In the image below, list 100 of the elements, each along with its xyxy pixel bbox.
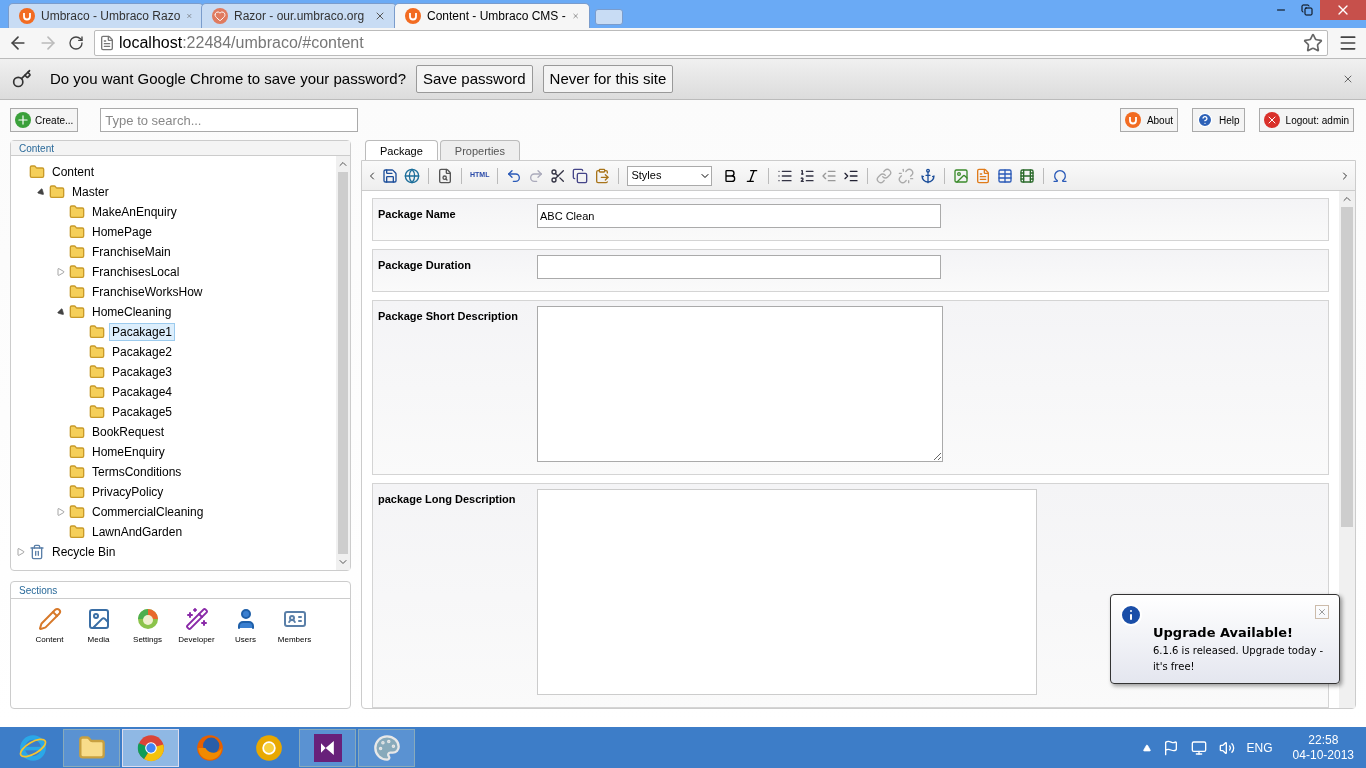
- tree-item[interactable]: TermsConditions: [89, 463, 185, 481]
- address-bar[interactable]: localhost:22484/umbraco/#content: [94, 30, 1328, 56]
- tree-item[interactable]: CommercialCleaning: [89, 503, 207, 521]
- tree-item[interactable]: PrivacyPolicy: [89, 483, 167, 501]
- anchor-icon[interactable]: [920, 167, 937, 184]
- copy-icon[interactable]: [572, 167, 589, 184]
- browser-tab[interactable]: Umbraco - Umbraco Razo: [8, 3, 204, 28]
- notification-title: Upgrade Available!: [1153, 624, 1295, 642]
- folder-icon: [29, 164, 45, 180]
- close-icon[interactable]: [1315, 605, 1329, 619]
- heart-icon: [212, 8, 228, 24]
- infobar-button[interactable]: Save password: [416, 65, 533, 93]
- folder-icon: [89, 344, 105, 360]
- expanded-arrow-icon[interactable]: [36, 187, 46, 197]
- header-button[interactable]: Help: [1192, 108, 1245, 132]
- globe-icon[interactable]: [404, 167, 420, 184]
- header-button[interactable]: Logout: admin: [1258, 108, 1354, 132]
- network-icon[interactable]: [1190, 739, 1207, 756]
- tree-item[interactable]: Pacakage3: [109, 363, 176, 381]
- clock[interactable]: 22:58 04-10-2013: [1292, 732, 1354, 763]
- search-field[interactable]: Type to search...: [100, 108, 359, 132]
- preview-icon[interactable]: [437, 167, 453, 184]
- redo-icon[interactable]: [528, 167, 545, 184]
- section-link[interactable]: Developer: [178, 607, 215, 646]
- editor-tab[interactable]: Package: [365, 140, 438, 160]
- film-icon[interactable]: [1019, 167, 1036, 184]
- collapsed-arrow-icon[interactable]: [57, 268, 65, 276]
- folder-icon: [89, 324, 105, 340]
- header-button[interactable]: About: [1119, 108, 1179, 132]
- paste-icon[interactable]: [594, 167, 611, 184]
- browser-tab[interactable]: Razor - our.umbraco.org: [201, 3, 397, 28]
- star-icon[interactable]: [1303, 33, 1323, 53]
- field-label: Package Duration: [378, 258, 472, 273]
- section-link[interactable]: Users: [227, 607, 264, 646]
- tree-item[interactable]: FranchiseWorksHow: [89, 283, 206, 301]
- tree-item[interactable]: Pacakage4: [109, 383, 176, 401]
- firefox-icon: [195, 733, 224, 762]
- table-icon[interactable]: [997, 167, 1014, 184]
- tree-item[interactable]: Master: [69, 183, 112, 201]
- cut-icon[interactable]: [550, 167, 567, 184]
- volume-icon[interactable]: [1218, 739, 1235, 756]
- tree-item[interactable]: Pacakage5: [109, 403, 176, 421]
- tree-item[interactable]: Content: [49, 163, 98, 181]
- section-link[interactable]: Media: [80, 607, 117, 646]
- tree-item[interactable]: Recycle Bin: [49, 543, 119, 561]
- tab-title: Content - Umbraco CMS -: [427, 8, 566, 25]
- tree-item[interactable]: Pacakage1: [109, 323, 176, 341]
- tree-item[interactable]: FranchisesLocal: [89, 263, 183, 281]
- text-field[interactable]: ABC Clean: [537, 204, 941, 228]
- text-field[interactable]: [537, 255, 941, 279]
- link-icon[interactable]: [876, 167, 893, 184]
- styles-dropdown[interactable]: Styles: [627, 165, 713, 186]
- tree-item[interactable]: Pacakage2: [109, 343, 176, 361]
- macro-icon[interactable]: [975, 167, 992, 184]
- scrollbar[interactable]: [336, 156, 350, 570]
- undo-icon[interactable]: [506, 167, 523, 184]
- browser-tab[interactable]: Content - Umbraco CMS -: [394, 3, 590, 28]
- tree-item[interactable]: HomePage: [89, 223, 156, 241]
- numbered-list-icon[interactable]: [799, 167, 816, 184]
- expanded-arrow-icon[interactable]: [56, 307, 66, 317]
- tree-item[interactable]: MakeAnEnquiry: [89, 203, 180, 221]
- section-link[interactable]: Members: [276, 607, 313, 646]
- close-button[interactable]: [1320, 0, 1366, 20]
- omega-icon[interactable]: [1052, 167, 1069, 184]
- close-icon[interactable]: [374, 10, 386, 22]
- umbraco-logo-icon: [1124, 112, 1141, 128]
- folder-icon: [49, 184, 65, 200]
- tree-item[interactable]: FranchiseMain: [89, 243, 174, 261]
- reload-icon[interactable]: [68, 35, 84, 51]
- menu-icon[interactable]: [1338, 33, 1358, 53]
- save-icon[interactable]: [382, 167, 398, 184]
- flag-icon[interactable]: [1162, 739, 1179, 756]
- close-icon[interactable]: [1342, 73, 1354, 85]
- collapsed-arrow-icon[interactable]: [17, 548, 25, 556]
- scrollbar[interactable]: [1339, 191, 1355, 708]
- editor-tab[interactable]: Properties: [439, 140, 520, 160]
- tree-item[interactable]: HomeEnquiry: [89, 443, 168, 461]
- create-button[interactable]: Create...: [10, 108, 79, 132]
- unlink-icon[interactable]: [898, 167, 915, 184]
- image-icon[interactable]: [953, 167, 970, 184]
- folder-icon: [89, 404, 105, 420]
- tree-item[interactable]: HomeCleaning: [89, 303, 175, 321]
- tree-item[interactable]: LawnAndGarden: [89, 523, 186, 541]
- new-tab-button[interactable]: [595, 9, 623, 25]
- page-icon: [99, 35, 115, 51]
- canary-icon: [254, 733, 283, 762]
- password-prompt: Do you want Google Chrome to save your password?: [50, 68, 406, 89]
- folder-icon: [69, 224, 85, 240]
- tree-item[interactable]: BookRequest: [89, 423, 168, 441]
- help-icon: [1197, 112, 1214, 128]
- infobar-button[interactable]: Never for this site: [542, 65, 674, 93]
- plus-icon: [15, 112, 31, 128]
- language-indicator[interactable]: ENG: [1246, 738, 1273, 757]
- panel-title: Sections: [11, 582, 350, 599]
- section-link[interactable]: Content: [31, 607, 68, 646]
- section-link[interactable]: Settings: [129, 607, 166, 646]
- restore-icon[interactable]: [1301, 4, 1313, 16]
- taskbar-app[interactable]: [299, 728, 356, 767]
- collapsed-arrow-icon[interactable]: [57, 508, 65, 516]
- show-hidden-icons-icon[interactable]: [1142, 743, 1151, 752]
